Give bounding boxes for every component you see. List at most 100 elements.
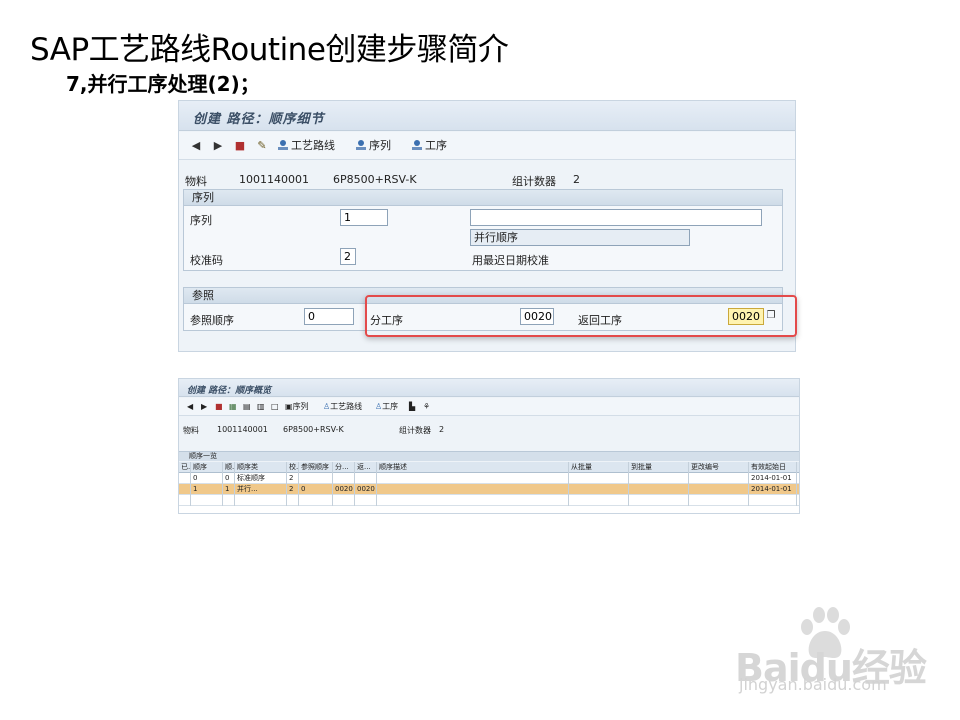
table-cell[interactable]: [629, 484, 689, 495]
sequence-overview-title: 顺序一览: [179, 451, 799, 461]
baidu-watermark: Baidu经验 jingyan.baidu.com: [735, 607, 927, 705]
table-row[interactable]: 1 1 并行... 2 0 0020 0020 2014-01-01: [179, 484, 799, 495]
sequence-group-title: 序列: [184, 190, 782, 206]
table-header-row: 已..顺序顺..顺序类校..参照顺序分...返...顺序描述从批量到批量更改编号…: [179, 462, 799, 473]
screen-title: 创建 路径：顺序细节: [193, 112, 325, 127]
operation-icon: [412, 140, 422, 150]
table-cell[interactable]: [569, 473, 629, 484]
table-cell[interactable]: 0: [223, 473, 235, 484]
column-header[interactable]: 已..: [179, 462, 191, 473]
details-icon[interactable]: ▤: [243, 402, 251, 412]
reference-sequence-input[interactable]: [304, 308, 354, 325]
table-cell[interactable]: [223, 495, 235, 506]
table-cell[interactable]: 2: [287, 484, 299, 495]
column-header[interactable]: 有效起始日: [749, 462, 797, 473]
table-cell[interactable]: 并行...: [235, 484, 287, 495]
table-cell[interactable]: [235, 495, 287, 506]
table-cell[interactable]: [333, 473, 355, 484]
sequence-description-input[interactable]: [470, 209, 762, 226]
table-cell[interactable]: 2014-01-01: [749, 473, 797, 484]
screen-title: 创建 路径：顺序概览: [187, 386, 272, 396]
table-cell[interactable]: 标准顺序: [235, 473, 287, 484]
watermark-url: jingyan.baidu.com: [739, 675, 887, 694]
material-description: 6P8500+RSV-K: [283, 425, 344, 434]
material-label: 物料: [185, 175, 207, 188]
table-cell[interactable]: [179, 495, 191, 506]
table-cell[interactable]: [689, 495, 749, 506]
table-cell[interactable]: [569, 484, 629, 495]
column-header[interactable]: 到批量: [629, 462, 689, 473]
table-cell[interactable]: [377, 484, 569, 495]
alignment-key-input[interactable]: [340, 248, 356, 265]
reference-sequence-label: 参照顺序: [190, 314, 234, 327]
application-toolbar: ◀ ▶ ■ ▦ ▤ ▥ □ ▣序列 ♙工艺路线 ♙工序 ▙ ⚘: [179, 398, 799, 416]
parallel-sequence-field: 并行顺序: [470, 229, 690, 246]
table-row[interactable]: [179, 495, 799, 506]
material-description: 6P8500+RSV-K: [333, 173, 417, 186]
arrow-right-icon[interactable]: ▶: [211, 139, 225, 153]
column-header[interactable]: 从批量: [569, 462, 629, 473]
table-cell[interactable]: [299, 495, 333, 506]
material-value: 1001140001: [217, 425, 268, 434]
table-cell[interactable]: [299, 473, 333, 484]
table-cell[interactable]: [689, 473, 749, 484]
column-header[interactable]: 参照顺序: [299, 462, 333, 473]
edit-icon[interactable]: ✎: [255, 139, 269, 153]
table-cell[interactable]: [629, 495, 689, 506]
column-header[interactable]: 顺..: [223, 462, 235, 473]
table-row[interactable]: 0 0 标准顺序 2 2014-01-01: [179, 473, 799, 484]
sequence-button[interactable]: 序列: [355, 138, 391, 154]
table-cell[interactable]: 0: [299, 484, 333, 495]
arrow-left-icon[interactable]: ◀: [189, 139, 203, 153]
table-cell[interactable]: [629, 473, 689, 484]
column-header[interactable]: 更改编号: [689, 462, 749, 473]
arrow-right-icon[interactable]: ▶: [201, 402, 207, 412]
table-cell[interactable]: [179, 473, 191, 484]
graphic-icon[interactable]: ▙: [409, 402, 415, 412]
table-cell[interactable]: [355, 473, 377, 484]
table-cell[interactable]: 0: [191, 473, 223, 484]
sequence-icon: [356, 140, 366, 150]
table-cell[interactable]: [191, 495, 223, 506]
table-cell[interactable]: 1: [223, 484, 235, 495]
table-cell[interactable]: [569, 495, 629, 506]
sequence-button[interactable]: ▣序列: [285, 402, 309, 412]
operation-button[interactable]: 工序: [411, 138, 447, 154]
table-cell[interactable]: [355, 495, 377, 506]
routing-button[interactable]: ♙工艺路线: [323, 402, 362, 412]
group-counter-label: 组计数器: [512, 175, 556, 188]
print-icon[interactable]: ■: [215, 402, 223, 412]
sequence-label: 序列: [190, 214, 212, 227]
arrow-left-icon[interactable]: ◀: [187, 402, 193, 412]
table-cell[interactable]: 1: [191, 484, 223, 495]
sequence-input[interactable]: [340, 209, 388, 226]
group-counter-value: 2: [439, 425, 445, 434]
hierarchy-icon[interactable]: ⚘: [423, 402, 430, 412]
table-cell[interactable]: 0020: [355, 484, 377, 495]
table-cell[interactable]: [179, 484, 191, 495]
delete-icon[interactable]: ▥: [257, 402, 265, 412]
group-counter-label: 组计数器: [399, 426, 431, 435]
column-header[interactable]: 顺序类: [235, 462, 287, 473]
sequence-group: 序列 序列 并行顺序 校准码 用最迟日期校准: [183, 189, 783, 271]
column-header[interactable]: 返...: [355, 462, 377, 473]
column-header[interactable]: 分...: [333, 462, 355, 473]
column-header[interactable]: 校..: [287, 462, 299, 473]
table-cell[interactable]: 2: [287, 473, 299, 484]
table-cell[interactable]: 0020: [333, 484, 355, 495]
table-cell[interactable]: 2014-01-01: [749, 484, 797, 495]
routing-button[interactable]: 工艺路线: [277, 138, 335, 154]
screen-title-bar: 创建 路径：顺序细节: [179, 101, 795, 131]
table-cell[interactable]: [749, 495, 797, 506]
new-entry-icon[interactable]: □: [271, 402, 279, 412]
column-header[interactable]: 顺序描述: [377, 462, 569, 473]
table-cell[interactable]: [377, 473, 569, 484]
table-cell[interactable]: [377, 495, 569, 506]
table-icon[interactable]: ▦: [229, 402, 237, 412]
print-icon[interactable]: ■: [233, 139, 247, 153]
table-cell[interactable]: [689, 484, 749, 495]
table-cell[interactable]: [287, 495, 299, 506]
column-header[interactable]: 顺序: [191, 462, 223, 473]
operation-button[interactable]: ♙工序: [375, 402, 398, 412]
table-cell[interactable]: [333, 495, 355, 506]
